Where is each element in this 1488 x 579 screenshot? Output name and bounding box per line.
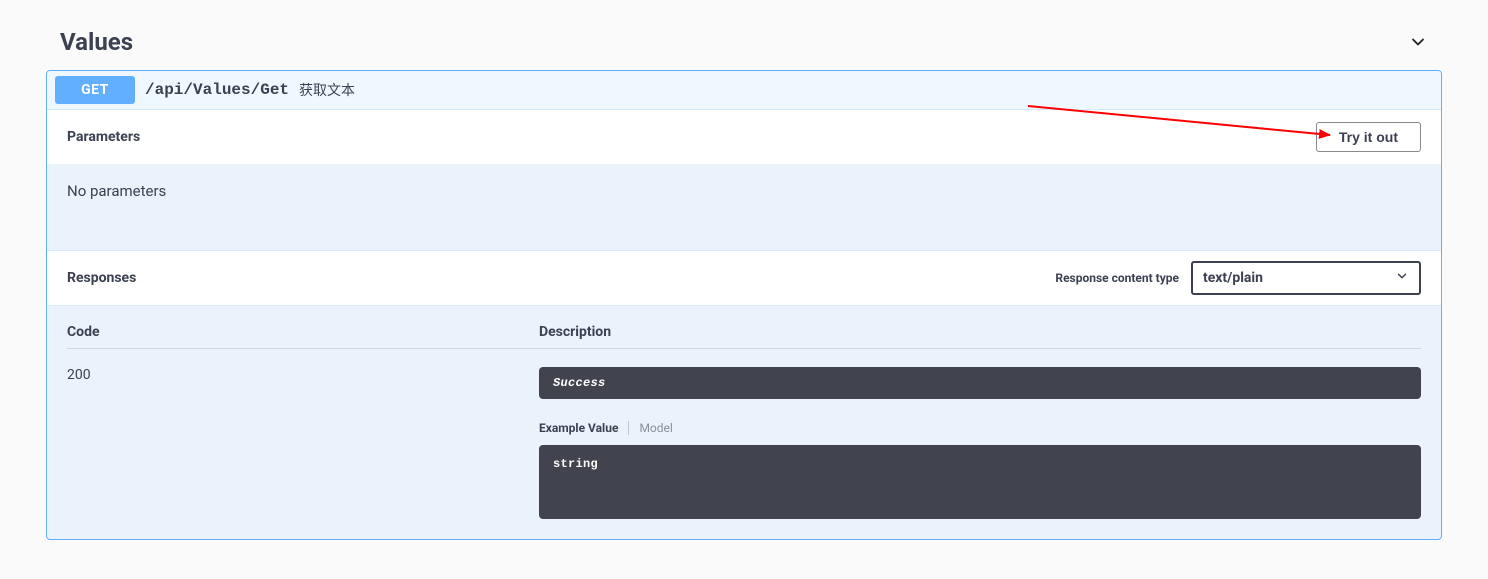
model-tab[interactable]: Model xyxy=(629,421,672,435)
example-model-toggle: Example ValueModel xyxy=(539,421,1421,435)
no-parameters-text: No parameters xyxy=(67,182,166,200)
responses-table-header: Code Description xyxy=(67,324,1421,349)
response-content-type-value: text/plain xyxy=(1203,270,1263,286)
operation-path: /api/Values/Get xyxy=(145,81,289,99)
responses-col-description: Description xyxy=(539,324,1421,340)
example-value-box[interactable]: string xyxy=(539,445,1421,519)
parameters-header-row: Parameters Try it out xyxy=(47,109,1441,164)
example-value-tab[interactable]: Example Value xyxy=(539,421,629,435)
chevron-down-icon xyxy=(1408,32,1428,52)
responses-body: Code Description 200 Success Example Val… xyxy=(47,306,1441,539)
operation-summary[interactable]: GET /api/Values/Get 获取文本 xyxy=(47,71,1441,109)
parameters-body: No parameters xyxy=(47,164,1441,250)
section-header[interactable]: Values xyxy=(46,20,1442,70)
operation-block: GET /api/Values/Get 获取文本 Parameters Try … xyxy=(46,70,1442,540)
example-value-body: string xyxy=(553,457,598,471)
parameters-heading: Parameters xyxy=(67,129,140,145)
method-badge: GET xyxy=(55,76,135,104)
response-content-type-select[interactable]: text/plain xyxy=(1191,261,1421,295)
section-title: Values xyxy=(60,28,133,56)
response-content-type-label: Response content type xyxy=(1055,271,1179,285)
table-row: 200 Success Example ValueModel string xyxy=(67,367,1421,519)
responses-heading: Responses xyxy=(67,270,136,286)
responses-col-code: Code xyxy=(67,324,539,340)
responses-header-row: Responses Response content type text/pla… xyxy=(47,250,1441,306)
operation-summary-text: 获取文本 xyxy=(299,80,355,100)
response-code: 200 xyxy=(67,367,539,519)
response-message: Success xyxy=(553,376,606,390)
try-it-out-button[interactable]: Try it out xyxy=(1316,122,1421,152)
response-message-box: Success xyxy=(539,367,1421,399)
chevron-down-icon xyxy=(1395,269,1409,287)
